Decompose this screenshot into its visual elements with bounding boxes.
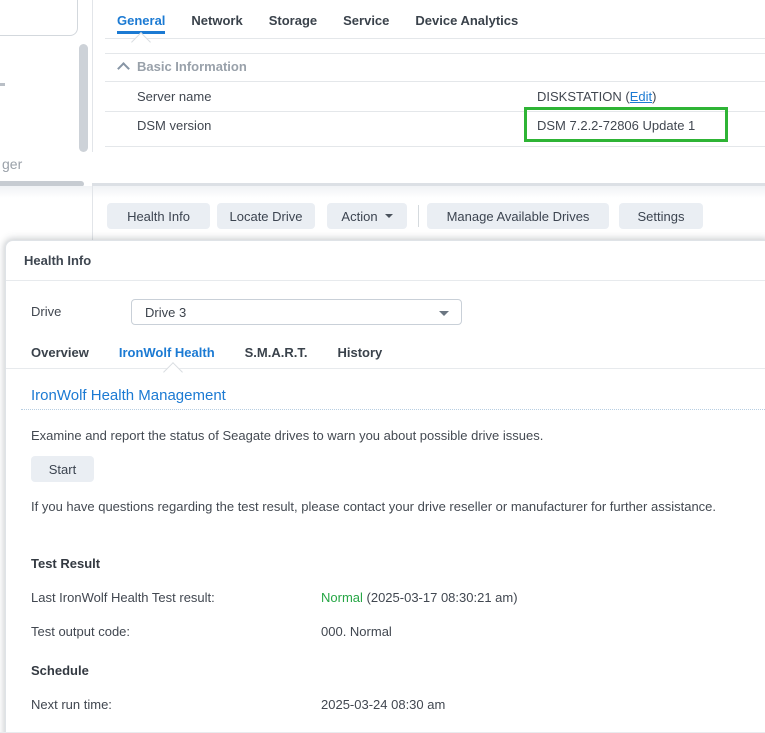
dialog-title: Health Info (24, 253, 91, 268)
scrollbar-thumb[interactable] (79, 44, 88, 152)
drive-select[interactable]: Drive 3 (131, 299, 462, 325)
ironwolf-section-heading: IronWolf Health Management (31, 387, 226, 404)
window-top-fade (0, 186, 765, 198)
note-text: If you have questions regarding the test… (31, 496, 746, 518)
tab-storage[interactable]: Storage (269, 13, 317, 34)
notch-up-icon (131, 32, 151, 52)
test-result-heading: Test Result (31, 556, 100, 571)
edit-link[interactable]: Edit (630, 89, 652, 104)
last-test-label: Last IronWolf Health Test result: (31, 590, 215, 605)
tab-smart[interactable]: S.M.A.R.T. (245, 345, 308, 360)
next-run-value: 2025-03-24 08:30 am (321, 697, 445, 712)
server-name-label: Server name (137, 89, 211, 104)
divider (6, 280, 765, 281)
server-name-value: DISKSTATION (Edit) (537, 89, 656, 104)
drive-label: Drive (31, 304, 61, 319)
caret-down-icon (439, 311, 449, 316)
dsm-version-label: DSM version (137, 118, 211, 133)
status-normal: Normal (321, 590, 363, 605)
tab-network[interactable]: Network (191, 13, 242, 34)
last-test-timestamp: (2025-03-17 08:30:21 am) (363, 590, 518, 605)
divider (6, 368, 765, 369)
annotation-highlight-box (524, 107, 728, 142)
divider (105, 38, 765, 39)
output-code-label: Test output code: (31, 624, 130, 639)
tab-overview[interactable]: Overview (31, 345, 89, 360)
health-info-dialog: Health Info Drive Drive 3 Overview IronW… (5, 240, 765, 733)
last-test-value: Normal (2025-03-17 08:30:21 am) (321, 590, 518, 605)
toolbar-separator (418, 205, 419, 227)
divider (105, 146, 765, 147)
health-info-button-label: Health Info (127, 209, 190, 224)
output-code-value: 000. Normal (321, 624, 392, 639)
drive-select-value: Drive 3 (145, 305, 186, 320)
left-edge-mark (0, 83, 5, 86)
tab-device-analytics[interactable]: Device Analytics (415, 13, 518, 34)
server-name-suffix: ) (652, 89, 656, 104)
start-button-label: Start (49, 462, 76, 477)
caret-down-icon (385, 214, 393, 218)
tab-general[interactable]: General (117, 13, 165, 34)
chevron-up-icon[interactable] (117, 62, 130, 75)
manage-available-drives-button[interactable]: Manage Available Drives (427, 203, 609, 229)
dotted-divider (21, 409, 765, 410)
description-text: Examine and report the status of Seagate… (31, 428, 543, 443)
manage-available-drives-label: Manage Available Drives (447, 209, 590, 224)
locate-drive-button[interactable]: Locate Drive (217, 203, 315, 229)
server-name-text: DISKSTATION ( (537, 89, 630, 104)
action-menu-button[interactable]: Action (327, 203, 407, 229)
start-button[interactable]: Start (31, 456, 94, 482)
next-run-label: Next run time: (31, 697, 112, 712)
window-title-fragment: ger (2, 156, 22, 172)
dialog-tab-bar: Overview IronWolf Health S.M.A.R.T. Hist… (31, 345, 382, 360)
schedule-heading: Schedule (31, 663, 89, 678)
health-info-button[interactable]: Health Info (107, 203, 210, 229)
action-button-label: Action (341, 209, 377, 224)
control-panel-tab-bar: General Network Storage Service Device A… (117, 13, 518, 34)
basic-information-title: Basic Information (137, 59, 247, 74)
notch-up-icon (163, 362, 183, 382)
locate-drive-button-label: Locate Drive (230, 209, 303, 224)
left-panel-corner-box (0, 0, 78, 36)
tab-ironwolf-health[interactable]: IronWolf Health (119, 345, 215, 360)
panel-divider (92, 0, 93, 152)
screenshot-root: General Network Storage Service Device A… (0, 0, 765, 733)
tab-service[interactable]: Service (343, 13, 389, 34)
settings-button-label: Settings (638, 209, 685, 224)
settings-button[interactable]: Settings (619, 203, 703, 229)
divider (105, 53, 765, 54)
divider (105, 81, 765, 82)
tab-history[interactable]: History (337, 345, 382, 360)
panel-divider (92, 186, 93, 240)
